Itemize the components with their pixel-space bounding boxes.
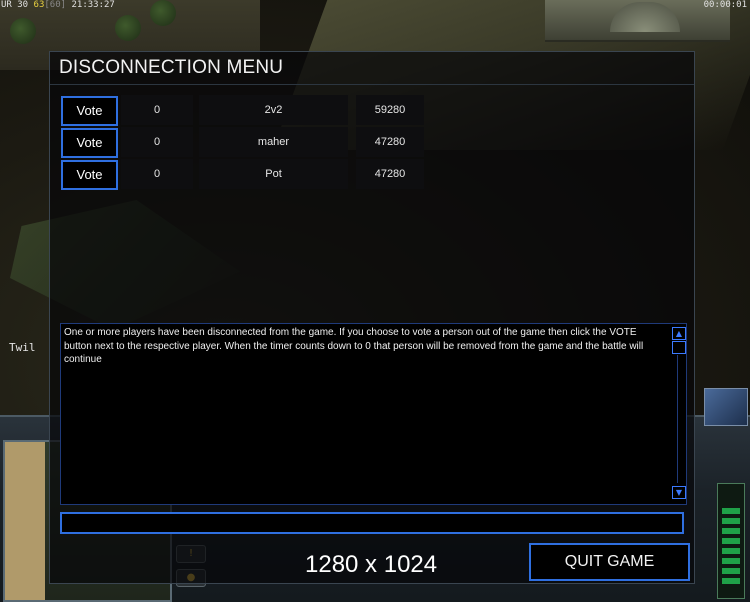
message-scrollbar[interactable]: ▲ ▼: [671, 325, 686, 501]
tree: [10, 18, 36, 44]
tree: [115, 15, 141, 41]
disconnect-message: One or more players have been disconnect…: [64, 327, 644, 365]
power-segment: [722, 568, 740, 574]
vote-count: 0: [121, 127, 193, 157]
hud-ur-label: UR: [1, 0, 12, 10]
vote-count: 0: [121, 159, 193, 189]
scroll-up-icon[interactable]: ▲: [672, 327, 686, 340]
scroll-track[interactable]: [677, 355, 678, 483]
disconnection-dialog: DISCONNECTION MENU Vote 0 2v2 59280 Vote…: [49, 51, 695, 584]
player-name: maher: [199, 127, 348, 157]
satellite-icon[interactable]: [704, 388, 748, 426]
hud-top-bar: UR 30 63[60] 21:33:27 00:00:01: [0, 0, 750, 12]
message-box[interactable]: One or more players have been disconnect…: [60, 323, 687, 505]
dialog-title: DISCONNECTION MENU: [59, 57, 284, 78]
player-name: 2v2: [199, 95, 348, 125]
hud-stats: UR 30 63[60] 21:33:27: [1, 0, 115, 11]
player-timer: 47280: [356, 127, 424, 157]
player-timer: 59280: [356, 95, 424, 125]
player-name: Pot: [199, 159, 348, 189]
title-divider: [50, 84, 694, 85]
vote-button[interactable]: Vote: [61, 96, 118, 126]
power-meter: [717, 483, 745, 599]
hud-fps: 63: [33, 0, 45, 10]
vote-button[interactable]: Vote: [61, 160, 118, 190]
scroll-down-icon[interactable]: ▼: [672, 486, 686, 499]
resolution-label: 1280 x 1024: [305, 551, 438, 578]
quit-game-button[interactable]: QUIT GAME: [529, 543, 690, 581]
power-segment: [722, 538, 740, 544]
player-timer: 47280: [356, 159, 424, 189]
power-segment: [722, 518, 740, 524]
hud-ur-value: 30: [17, 0, 29, 10]
power-segment: [722, 578, 740, 584]
hud-fps-cap: [60]: [44, 0, 67, 10]
power-segment: [722, 508, 740, 514]
power-segment: [722, 558, 740, 564]
scroll-thumb[interactable]: [672, 341, 686, 354]
hud-clock: 21:33:27: [71, 0, 115, 10]
hud-game-timer: 00:00:01: [703, 0, 747, 10]
chat-input[interactable]: [60, 512, 684, 534]
vote-button[interactable]: Vote: [61, 128, 118, 158]
power-segment: [722, 528, 740, 534]
player-label: Twil: [9, 341, 36, 354]
power-segment: [722, 548, 740, 554]
vote-count: 0: [121, 95, 193, 125]
